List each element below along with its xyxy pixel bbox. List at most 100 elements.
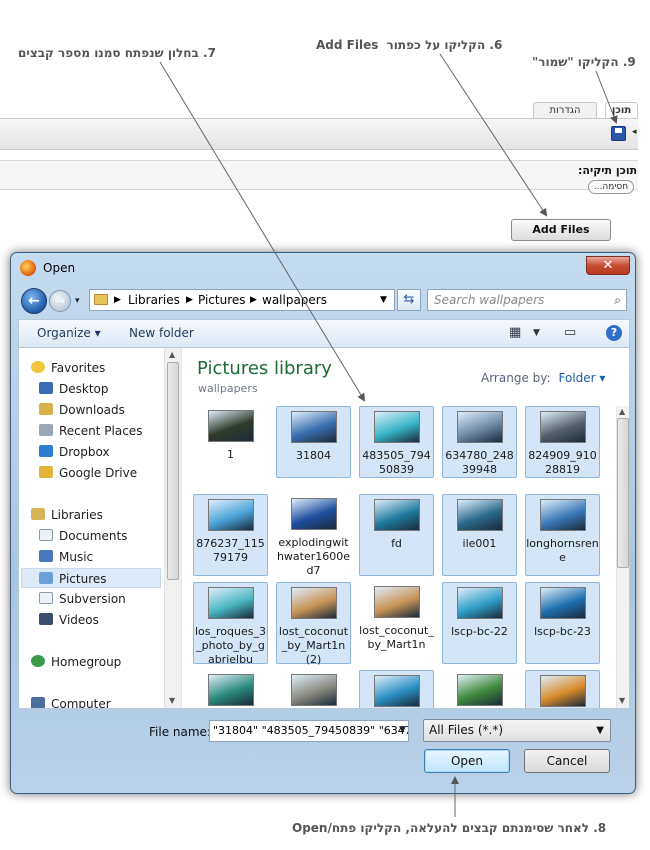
arrange-by[interactable]: Arrange by: Folder ▾: [481, 371, 605, 385]
nav-desktop-label: Desktop: [59, 382, 109, 396]
grid-scrollbar[interactable]: ▲ ▼: [616, 406, 629, 708]
file-item[interactable]: 634780_24839948: [442, 406, 517, 478]
search-icon: ⌕: [614, 293, 621, 307]
file-name: longhornsrene: [526, 537, 599, 564]
nav-computer[interactable]: Computer: [31, 694, 111, 708]
star-icon: [31, 361, 45, 373]
scroll-up-icon[interactable]: ▲: [169, 350, 175, 359]
help-icon[interactable]: ?: [606, 325, 622, 341]
file-item[interactable]: 1: [193, 406, 268, 478]
address-dropdown-icon[interactable]: ▼: [380, 290, 387, 310]
nav-favorites[interactable]: Favorites: [31, 358, 105, 378]
nav-documents[interactable]: Documents: [39, 526, 127, 546]
organize-button[interactable]: Organize ▾: [37, 326, 101, 340]
nav-music[interactable]: Music: [39, 547, 93, 567]
file-type-value: All Files (*.*): [429, 723, 504, 737]
pictures-icon: [39, 572, 53, 584]
command-bar: Organize ▾ New folder ▦ ▼ ▭ ?: [18, 319, 630, 347]
nav-pictures[interactable]: Pictures: [21, 568, 161, 588]
nav-scrollbar[interactable]: ▲ ▼: [164, 348, 181, 708]
image-thumbnail: [539, 587, 586, 619]
file-item[interactable]: 483505_79450839: [359, 406, 434, 478]
file-item[interactable]: fd: [359, 494, 434, 576]
grid-scroll-thumb[interactable]: [617, 418, 629, 568]
file-item[interactable]: ile001: [442, 494, 517, 576]
nav-videos-label: Videos: [59, 613, 99, 627]
annotation-step-7: 7. בחלון שנפתח סמנו מספר קבצים: [18, 46, 216, 60]
annotation-step-6-text: 6. הקליקו על כפתור: [386, 38, 503, 52]
nav-favorites-label: Favorites: [51, 361, 106, 375]
file-type-select[interactable]: All Files (*.*) ▼: [423, 719, 611, 742]
close-button[interactable]: ✕: [586, 256, 630, 275]
file-item[interactable]: lost_coconut_by_Mart1n(2): [276, 582, 351, 666]
nav-google-drive[interactable]: Google Drive: [39, 463, 137, 483]
view-options-icon[interactable]: ▦: [509, 325, 521, 340]
breadcrumb-libraries[interactable]: Libraries: [128, 290, 180, 310]
address-bar[interactable]: ▶ Libraries ▶ Pictures ▶ wallpapers ▼: [89, 289, 395, 311]
cancel-button[interactable]: Cancel: [524, 749, 610, 773]
breadcrumb-pictures[interactable]: Pictures: [198, 290, 246, 310]
arrange-by-value[interactable]: Folder ▾: [559, 371, 606, 385]
preview-pane-icon[interactable]: ▭: [564, 325, 576, 340]
tag-button[interactable]: ...חסימה: [588, 180, 634, 194]
file-name-input[interactable]: "31804" "483505_79450839" "63478: [209, 720, 409, 742]
arrow-left-icon[interactable]: ◂: [632, 127, 637, 137]
file-item[interactable]: lscp-bc-22: [442, 582, 517, 664]
nav-desktop[interactable]: Desktop: [39, 379, 109, 399]
file-name-label: File name:: [149, 725, 211, 739]
history-dropdown-icon[interactable]: ▾: [75, 296, 80, 306]
file-name: 483505_79450839: [362, 449, 431, 476]
nav-google-drive-label: Google Drive: [59, 466, 138, 480]
file-name-dropdown-icon[interactable]: ▼: [399, 725, 406, 735]
annotation-step-6-button-name: Add Files: [316, 38, 379, 52]
scroll-down-icon[interactable]: ▼: [619, 696, 625, 705]
file-item[interactable]: [359, 670, 434, 708]
file-item[interactable]: [442, 670, 517, 708]
file-item[interactable]: explodingwithwater1600ed7: [276, 494, 351, 577]
nav-dropbox[interactable]: Dropbox: [39, 442, 110, 462]
refresh-icon[interactable]: ⇆: [397, 289, 421, 311]
back-icon[interactable]: ←: [21, 288, 47, 314]
web-toolbar: ◂: [0, 118, 638, 150]
open-button[interactable]: Open: [424, 749, 510, 773]
breadcrumb-wallpapers[interactable]: wallpapers: [262, 290, 327, 310]
file-item[interactable]: los_roques_3_photo_by_gabrielbu: [193, 582, 268, 666]
file-item[interactable]: lscp-bc-23: [525, 582, 600, 664]
file-name: 634780_24839948: [445, 449, 514, 476]
file-item[interactable]: longhornsrene: [525, 494, 600, 576]
nav-libraries[interactable]: Libraries: [31, 505, 103, 525]
nav-videos[interactable]: Videos: [39, 610, 99, 630]
google-drive-icon: [39, 466, 53, 478]
save-icon[interactable]: [611, 126, 626, 141]
file-item[interactable]: [276, 670, 351, 708]
file-item[interactable]: 31804: [276, 406, 351, 478]
file-name: ile001: [462, 537, 497, 550]
arrange-by-label: Arrange by:: [481, 371, 551, 385]
new-folder-button[interactable]: New folder: [129, 326, 194, 340]
open-file-dialog: Open ✕ ← → ▾ ▶ Libraries ▶ Pictures ▶ wa…: [10, 252, 636, 794]
nav-subversion[interactable]: Subversion: [39, 589, 126, 609]
annotation-step-8: 8. לאחר שסימנתם קבצים להעלאה, הקליקו פתח…: [292, 821, 607, 835]
library-title: Pictures library: [197, 358, 332, 379]
nav-scroll-thumb[interactable]: [167, 362, 179, 580]
view-dropdown-icon[interactable]: ▼: [533, 328, 540, 338]
add-files-button[interactable]: Add Files: [511, 219, 611, 241]
tab-settings[interactable]: הגדרות: [533, 102, 597, 119]
file-item[interactable]: [193, 670, 268, 708]
image-thumbnail: [539, 499, 586, 531]
scroll-up-icon[interactable]: ▲: [619, 407, 625, 416]
documents-icon: [39, 529, 53, 541]
nav-downloads[interactable]: Downloads: [39, 400, 125, 420]
nav-homegroup[interactable]: Homegroup: [31, 652, 121, 672]
forward-icon[interactable]: →: [49, 290, 71, 312]
scroll-down-icon[interactable]: ▼: [169, 696, 175, 705]
search-input[interactable]: Search wallpapers ⌕: [427, 289, 627, 311]
file-item[interactable]: lost_coconut_by_Mart1n: [359, 582, 434, 664]
file-item[interactable]: 824909_91028819: [525, 406, 600, 478]
tab-content[interactable]: תוכן: [605, 102, 638, 119]
file-item[interactable]: [525, 670, 600, 708]
file-item[interactable]: 876237_11579179: [193, 494, 268, 576]
nav-homegroup-label: Homegroup: [51, 655, 122, 669]
image-thumbnail: [456, 411, 503, 443]
nav-recent-places[interactable]: Recent Places: [39, 421, 142, 441]
